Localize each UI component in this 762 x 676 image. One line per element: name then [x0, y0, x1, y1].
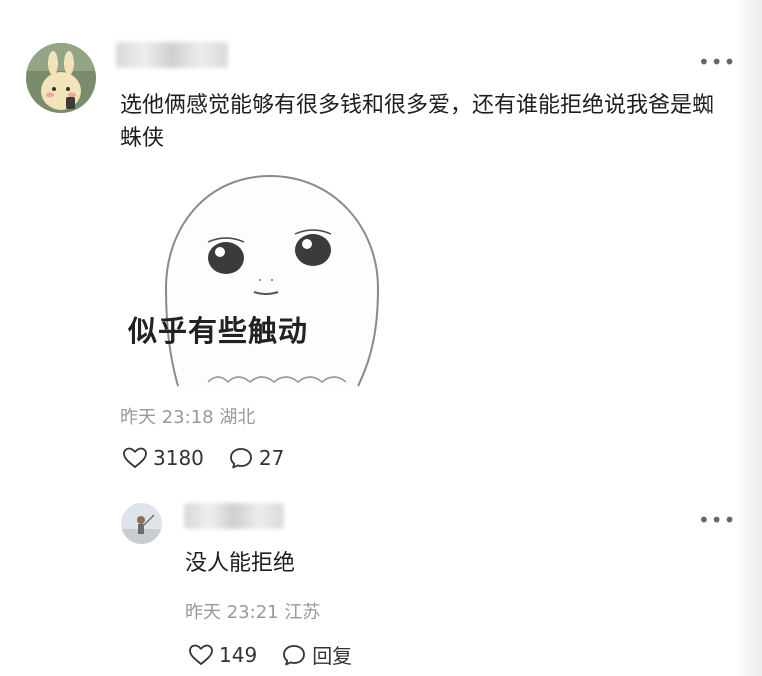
like-count: 3180	[153, 446, 204, 470]
comment-time: 昨天 23:18	[120, 407, 214, 428]
heart-outline-icon	[123, 447, 147, 468]
reply-count: 27	[258, 446, 285, 470]
comment-actions: 3180 27	[122, 446, 308, 470]
reply-username-blurred[interactable]	[184, 503, 284, 529]
reply-location: 江苏	[284, 602, 321, 623]
reply-text: 没人能拒绝	[185, 551, 296, 576]
reply-meta: 昨天 23:21 江苏	[185, 598, 320, 624]
comment-location: 湖北	[219, 407, 256, 428]
reply-avatar[interactable]	[121, 503, 162, 544]
username-blurred[interactable]	[116, 42, 228, 68]
speech-bubble-icon	[283, 644, 306, 665]
more-options-button[interactable]: •••	[698, 52, 736, 72]
reply-count-button[interactable]: 27	[228, 446, 284, 470]
ghost-sticker-icon	[164, 174, 380, 387]
like-button[interactable]: 3180	[122, 446, 204, 470]
reply-like-count: 149	[219, 642, 258, 667]
speech-bubble-icon	[230, 448, 252, 469]
reply-avatar-image	[121, 503, 162, 544]
sticker-caption: 似乎有些触动	[128, 314, 309, 348]
reply-label: 回复	[312, 644, 353, 668]
reply-like-button[interactable]: 149	[188, 643, 257, 667]
more-dots-icon: •••	[698, 508, 737, 532]
reply-button[interactable]: 回复	[281, 640, 352, 669]
avatar-image	[26, 43, 96, 113]
reply-time: 昨天 23:21	[185, 602, 279, 623]
sticker-image: 似乎有些触动	[120, 168, 400, 390]
edge-shade	[734, 0, 762, 676]
reply-actions: 149 回复	[188, 640, 376, 669]
avatar[interactable]	[26, 43, 96, 113]
reply-more-options-button[interactable]: •••	[698, 510, 736, 530]
comment-meta: 昨天 23:18 湖北	[120, 403, 255, 429]
comment-text: 选他俩感觉能够有很多钱和很多爱，还有谁能拒绝说我爸是蜘蛛侠	[120, 93, 715, 151]
more-dots-icon: •••	[698, 50, 737, 74]
heart-outline-icon	[189, 644, 213, 665]
